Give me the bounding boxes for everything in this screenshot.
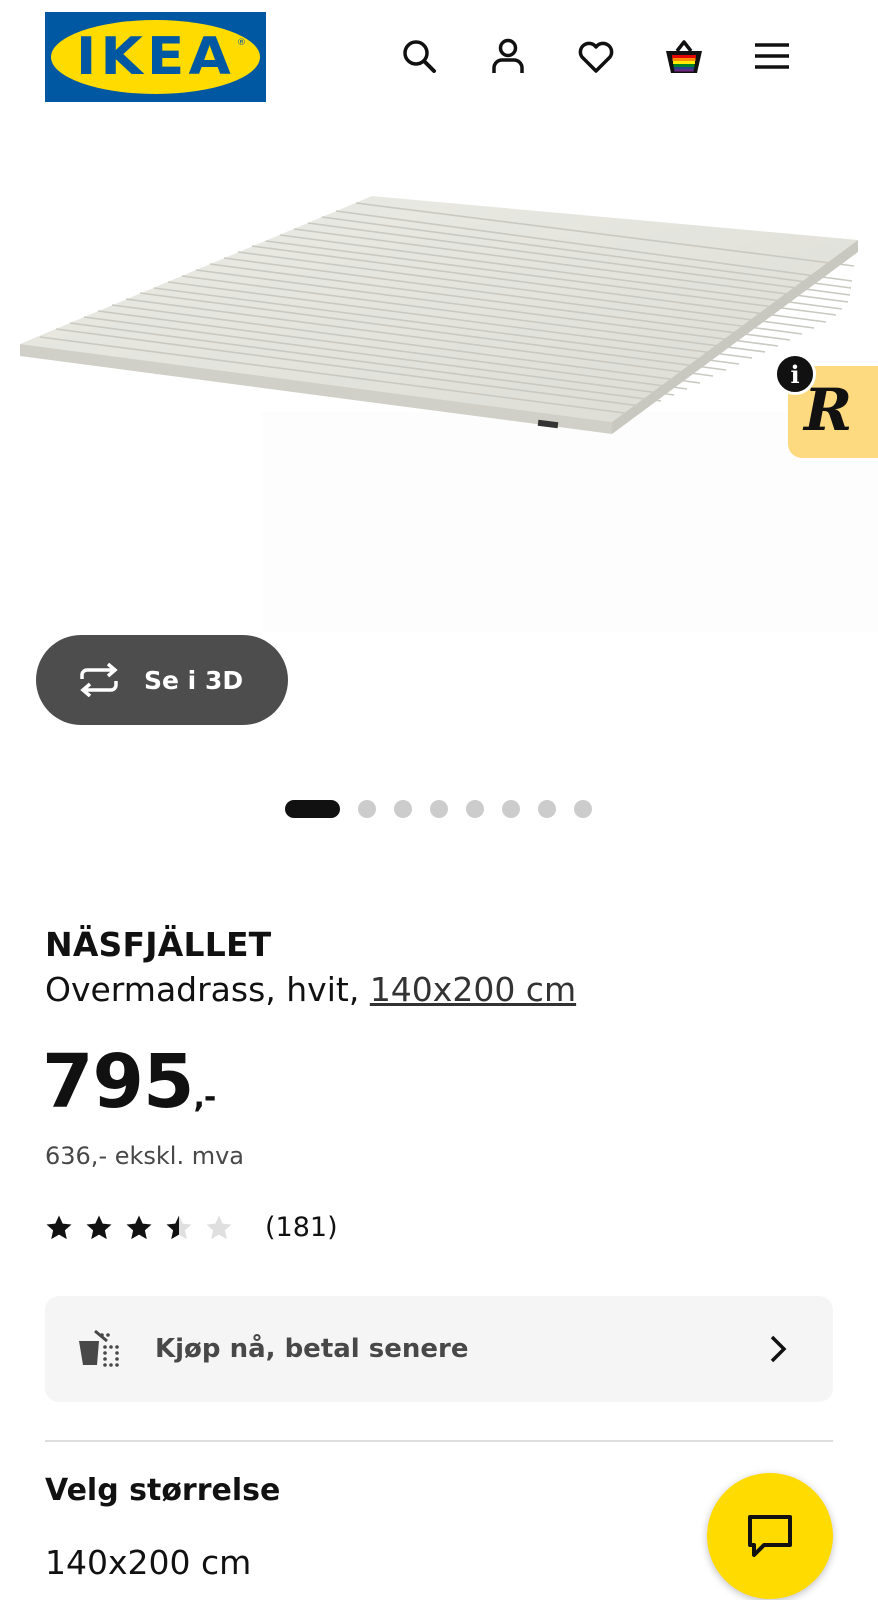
carousel-dot[interactable] xyxy=(502,800,520,818)
carousel-dot-active[interactable] xyxy=(285,800,340,818)
buy-now-pay-later-label: Kjøp nå, betal senere xyxy=(155,1334,469,1364)
view-in-3d-button[interactable]: Se i 3D xyxy=(36,635,288,725)
buy-now-pay-later-button[interactable]: Kjøp nå, betal senere xyxy=(45,1296,833,1402)
price-suffix: ,- xyxy=(193,1080,216,1115)
chevron-right-icon xyxy=(770,1335,787,1363)
chat-bubble-icon xyxy=(748,1515,792,1557)
product-size-link[interactable]: 140x200 cm xyxy=(370,970,576,1009)
rating-stars xyxy=(45,1214,245,1242)
star-full-icon xyxy=(126,1215,152,1239)
search-icon[interactable] xyxy=(395,32,443,80)
product-rating[interactable]: (181) xyxy=(45,1212,338,1243)
price-value: 795 xyxy=(42,1039,194,1125)
user-icon[interactable] xyxy=(484,32,532,80)
menu-icon[interactable] xyxy=(748,32,796,80)
product-name: NÄSFJÄLLET xyxy=(45,925,272,964)
rotate-3d-icon xyxy=(80,663,118,697)
review-count: (181) xyxy=(265,1212,338,1243)
basket-icon[interactable] xyxy=(660,32,708,80)
price-excluding-vat: 636,- ekskl. mva xyxy=(45,1142,245,1170)
chat-button[interactable] xyxy=(707,1473,833,1599)
carousel-dot[interactable] xyxy=(538,800,556,818)
carousel-dots xyxy=(285,799,592,819)
star-full-icon xyxy=(46,1215,72,1239)
carousel-dot[interactable] xyxy=(466,800,484,818)
logo-wordmark: IKEA xyxy=(75,27,235,87)
selected-size[interactable]: 140x200 cm xyxy=(45,1543,251,1582)
carousel-dot[interactable] xyxy=(358,800,376,818)
product-gallery[interactable]: Se i 3D xyxy=(0,112,878,832)
header: IKEA ® xyxy=(0,0,878,112)
star-empty-icon xyxy=(206,1215,232,1239)
product-description-text: Overmadrass, hvit, xyxy=(45,970,360,1009)
carousel-dot[interactable] xyxy=(394,800,412,818)
product-image[interactable] xyxy=(0,112,878,632)
section-divider xyxy=(45,1440,833,1442)
star-half-icon xyxy=(166,1215,192,1239)
payment-cup-icon xyxy=(79,1329,119,1367)
star-full-icon xyxy=(86,1215,112,1239)
logo-registered-mark: ® xyxy=(237,38,246,48)
size-heading: Velg størrelse xyxy=(45,1473,281,1508)
carousel-dot[interactable] xyxy=(574,800,592,818)
product-description: Overmadrass, hvit, 140x200 cm xyxy=(45,970,576,1009)
info-icon[interactable]: i xyxy=(774,353,816,395)
ikea-logo[interactable]: IKEA ® xyxy=(45,12,266,102)
carousel-dot[interactable] xyxy=(430,800,448,818)
product-price: 795,- xyxy=(42,1045,216,1119)
heart-icon[interactable] xyxy=(572,32,620,80)
view-in-3d-label: Se i 3D xyxy=(144,665,244,695)
